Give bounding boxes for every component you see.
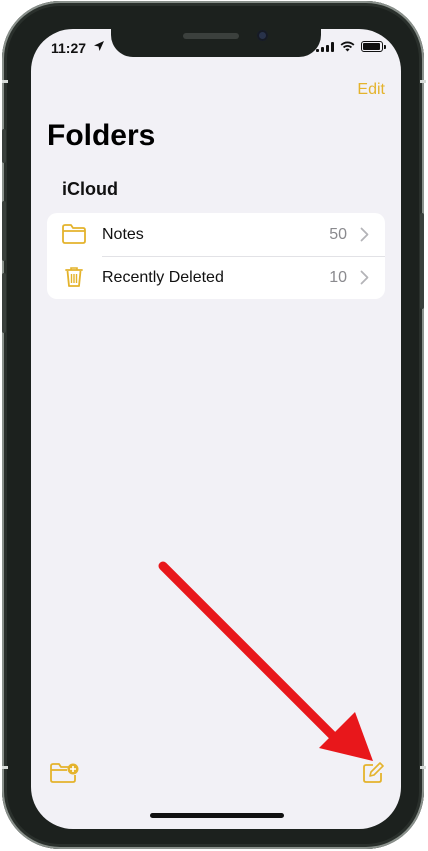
trash-icon (65, 267, 83, 287)
folder-icon (62, 224, 86, 244)
status-indicators (316, 41, 386, 52)
folder-label: Recently Deleted (102, 269, 224, 286)
folder-row-notes[interactable]: Notes 50 (47, 213, 385, 256)
antenna-band (420, 766, 426, 769)
folder-list: Notes 50 Recently Deleted 10 (47, 213, 385, 299)
new-folder-icon[interactable] (49, 761, 79, 785)
antenna-band (2, 80, 8, 83)
cellular-signal-icon (316, 41, 334, 52)
front-camera (257, 30, 268, 41)
chevron-right-icon (360, 227, 369, 242)
folder-row-recently-deleted[interactable]: Recently Deleted 10 (47, 256, 385, 299)
status-time: 11:27 (51, 40, 87, 56)
compose-icon[interactable] (361, 761, 385, 785)
antenna-band (2, 766, 8, 769)
folder-count: 50 (329, 226, 347, 243)
power-button (420, 213, 424, 309)
folder-count: 10 (329, 269, 347, 286)
section-header-icloud: iCloud (62, 179, 118, 199)
edit-button[interactable]: Edit (357, 81, 385, 99)
phone-frame: 11:27 Edit Folders iCloud Notes 50 Recen… (2, 1, 424, 849)
chevron-right-icon (360, 270, 369, 285)
antenna-band (420, 80, 426, 83)
battery-icon (361, 41, 386, 52)
home-indicator (150, 813, 284, 818)
screen: 11:27 Edit Folders iCloud Notes 50 Recen… (31, 29, 401, 829)
notch (111, 29, 321, 57)
page-title: Folders (47, 119, 156, 152)
location-arrow-icon (94, 41, 104, 51)
earpiece-speaker (183, 33, 239, 39)
volume-down-button (2, 273, 6, 333)
volume-up-button (2, 201, 6, 261)
mute-switch (2, 129, 6, 163)
folder-label: Notes (102, 226, 144, 243)
wifi-icon (340, 41, 355, 52)
